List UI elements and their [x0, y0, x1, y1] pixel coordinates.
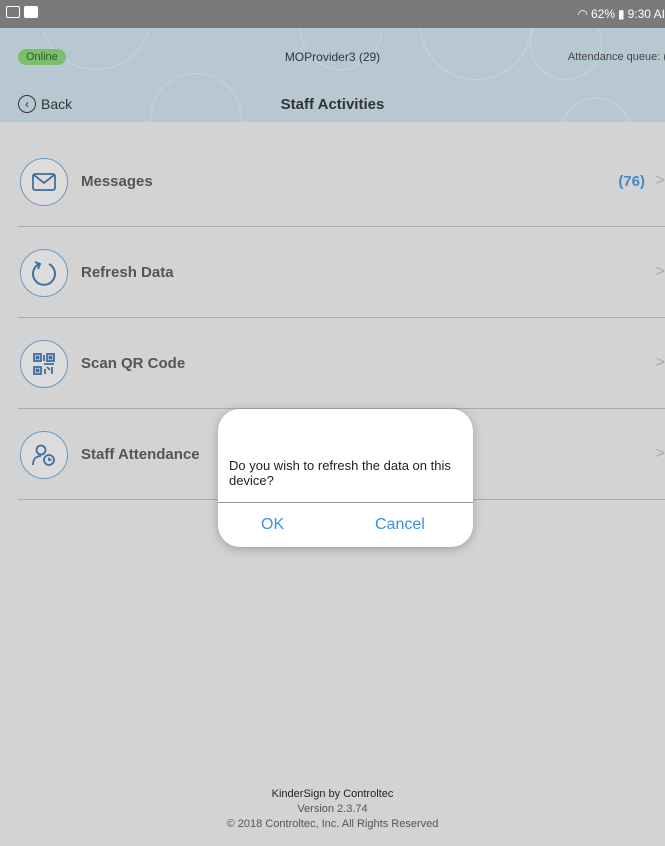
battery-level: 62% — [590, 7, 616, 21]
battery-icon: ▮ — [618, 7, 625, 21]
app-notification-icon — [24, 6, 38, 18]
qr-code-icon — [20, 340, 68, 388]
envelope-icon — [20, 158, 68, 206]
footer-brand: KinderSign by Controltec — [271, 788, 394, 800]
list-item-scan-qr-code[interactable]: Scan QR Code > — [18, 318, 665, 409]
chevron-right-icon: > — [655, 445, 665, 462]
list-item-label: Staff Attendance — [81, 446, 200, 463]
footer-copyright: © 2018 Controltec, Inc. All Rights Reser… — [226, 818, 439, 830]
cancel-button[interactable]: Cancel — [375, 516, 425, 534]
chevron-right-icon: > — [655, 263, 665, 280]
footer: KinderSign by Controltec Version 2.3.74 … — [0, 787, 665, 832]
list-item-label: Refresh Data — [81, 264, 174, 281]
clock: 9:30 AI — [627, 7, 665, 21]
message-count-badge: (76) — [618, 173, 645, 190]
staff-clock-icon — [20, 431, 68, 479]
gallery-notification-icon — [6, 6, 20, 18]
dialog-message: Do you wish to refresh the data on this … — [229, 458, 451, 488]
list-item-messages[interactable]: Messages (76) > — [18, 136, 665, 227]
list-item-refresh-data[interactable]: Refresh Data > — [18, 227, 665, 318]
wifi-icon: ◠ — [577, 7, 588, 21]
list-item-label: Messages — [81, 173, 153, 190]
refresh-confirm-dialog: Do you wish to refresh the data on this … — [218, 409, 473, 547]
dialog-divider — [218, 502, 473, 503]
attendance-queue: Attendance queue: ( — [567, 51, 665, 63]
page-title: Staff Activities — [280, 96, 385, 113]
status-bar: ◠ 62% ▮ 9:30 AI — [0, 0, 665, 28]
footer-version: Version 2.3.74 — [297, 803, 368, 815]
provider-name: MOProvider3 (29) — [284, 50, 381, 64]
chevron-right-icon: > — [655, 354, 665, 371]
refresh-icon — [20, 249, 68, 297]
app-header: Online MOProvider3 (29) Attendance queue… — [0, 28, 665, 122]
ok-button[interactable]: OK — [261, 516, 284, 534]
chevron-right-icon: > — [655, 172, 665, 189]
list-item-label: Scan QR Code — [81, 355, 186, 372]
